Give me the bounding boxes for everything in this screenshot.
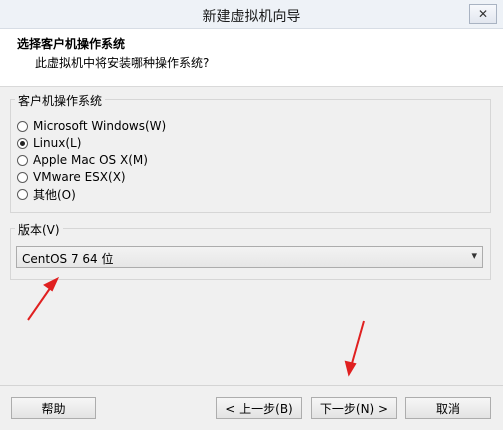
radio-macos[interactable]: Apple Mac OS X(M) <box>17 152 148 168</box>
next-button[interactable]: 下一步(N) > <box>311 397 397 419</box>
radio-button-esx[interactable] <box>17 171 28 183</box>
radio-label-linux: Linux(L) <box>33 136 82 150</box>
version-group-label: 版本(V) <box>15 221 63 238</box>
close-button[interactable]: ✕ <box>469 4 497 24</box>
page-title: 选择客户机操作系统 <box>17 37 126 51</box>
wizard-header: 选择客户机操作系统 此虚拟机中将安装哪种操作系统? <box>0 29 503 87</box>
radio-button-windows[interactable] <box>17 120 28 132</box>
close-icon: ✕ <box>477 7 489 21</box>
page-subtitle: 此虚拟机中将安装哪种操作系统? <box>35 56 210 70</box>
radio-label-windows: Microsoft Windows(W) <box>33 119 167 133</box>
radio-label-macos: Apple Mac OS X(M) <box>33 153 148 167</box>
back-button[interactable]: < 上一步(B) <box>216 397 302 419</box>
radio-button-other[interactable] <box>17 188 28 200</box>
radio-windows[interactable]: Microsoft Windows(W) <box>17 118 166 134</box>
radio-linux[interactable]: Linux(L) <box>17 135 81 151</box>
radio-button-macos[interactable] <box>17 154 28 166</box>
cancel-button[interactable]: 取消 <box>405 397 491 419</box>
radio-label-other: 其他(O) <box>33 187 76 202</box>
guest-os-group-label: 客户机操作系统 <box>15 92 106 109</box>
title-bar: 新建虚拟机向导 ✕ <box>0 0 503 29</box>
radio-button-linux[interactable] <box>17 137 28 149</box>
help-button[interactable]: 帮助 <box>11 397 96 419</box>
window-title: 新建虚拟机向导 <box>202 9 301 25</box>
radio-other[interactable]: 其他(O) <box>17 186 76 202</box>
version-select[interactable]: CentOS 7 64 位 ▾ <box>16 246 483 268</box>
version-select-value: CentOS 7 64 位 <box>22 252 114 266</box>
radio-label-esx: VMware ESX(X) <box>33 170 126 184</box>
chevron-down-icon: ▾ <box>471 249 477 262</box>
radio-esx[interactable]: VMware ESX(X) <box>17 169 126 185</box>
footer-divider <box>0 385 503 386</box>
